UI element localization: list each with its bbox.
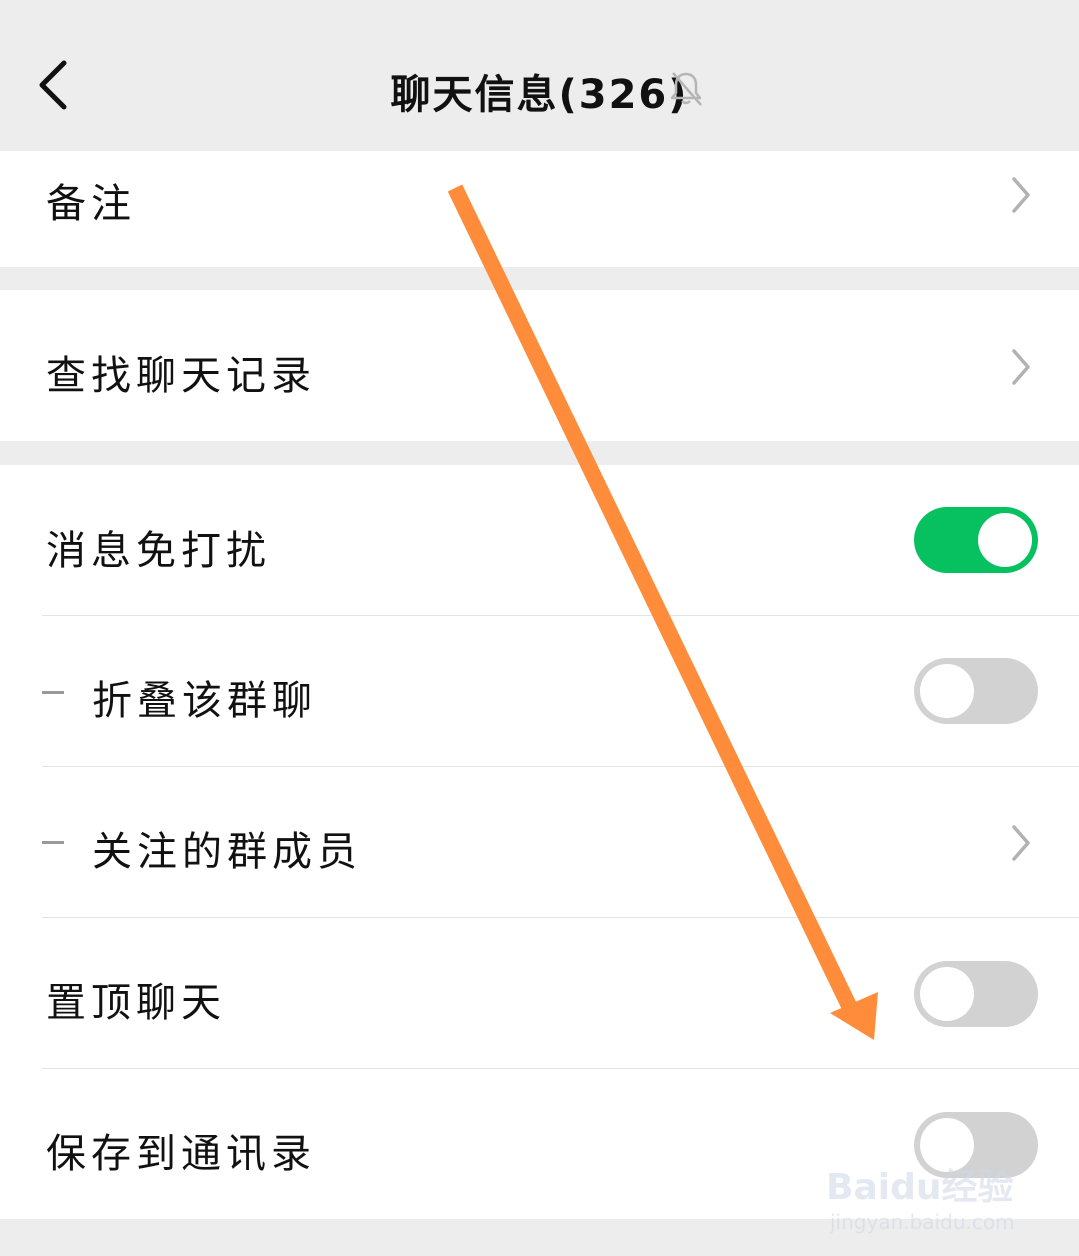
chevron-right-icon [1012,177,1030,213]
sub-item-dash [42,691,64,694]
page-title: 聊天信息(326) [390,72,689,118]
fold-group-label: 折叠该群聊 [92,678,317,724]
mute-notifications-label: 消息免打扰 [46,528,271,574]
mute-notifications-toggle[interactable] [914,507,1038,573]
chat-settings-group: 消息免打扰 折叠该群聊 关注的群成员 置顶聊天 保存到通讯录 [0,465,1079,1219]
watermark-url: jingyan.baidu.com [830,1210,1015,1234]
pin-chat-row: 置顶聊天 [0,918,1079,1068]
search-history-label: 查找聊天记录 [46,353,316,399]
pin-chat-toggle[interactable] [914,961,1038,1027]
search-history-row[interactable]: 查找聊天记录 [0,290,1079,441]
sub-item-dash [42,841,64,844]
toggle-knob [920,967,974,1021]
watermark-brand: Baidu经验 [826,1167,1014,1208]
fold-group-toggle[interactable] [914,658,1038,724]
followed-members-row[interactable]: 关注的群成员 [0,767,1079,917]
chevron-right-icon [1012,825,1030,861]
remark-group: 备注 [0,151,1079,267]
navigation-bar: 聊天信息(326) [0,0,1079,151]
remark-row[interactable]: 备注 [0,151,1079,267]
remark-label: 备注 [46,181,136,227]
baidu-watermark: Baidu经验 jingyan.baidu.com [826,1152,1056,1242]
search-history-group: 查找聊天记录 [0,290,1079,441]
followed-members-label: 关注的群成员 [92,829,362,875]
pin-chat-label: 置顶聊天 [46,980,226,1026]
fold-group-row: 折叠该群聊 [0,616,1079,766]
mute-notifications-row: 消息免打扰 [0,465,1079,615]
save-to-contacts-label: 保存到通讯录 [46,1131,316,1177]
chevron-right-icon [1012,349,1030,385]
toggle-knob [978,513,1032,567]
toggle-knob [920,664,974,718]
bell-muted-icon [670,72,702,106]
